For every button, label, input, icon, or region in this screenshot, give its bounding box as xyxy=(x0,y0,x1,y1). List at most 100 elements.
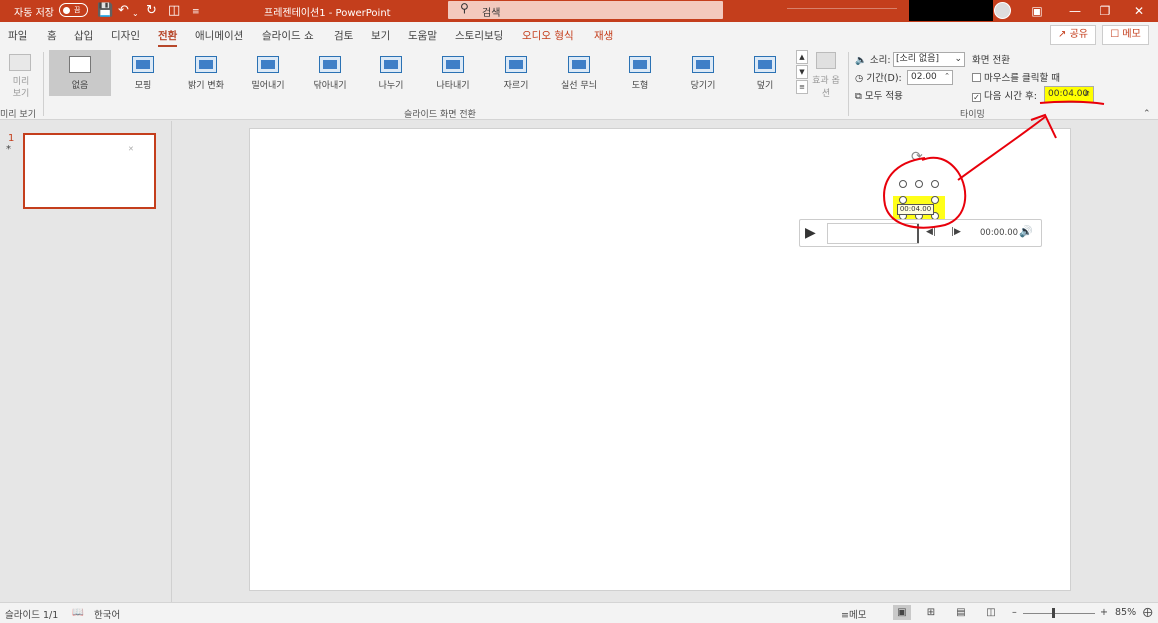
transition-reveal[interactable]: 나타내기 xyxy=(423,50,483,96)
transition-cover[interactable]: 덮기 xyxy=(739,50,791,96)
slideshow-view-icon[interactable]: ◫ xyxy=(982,605,1000,620)
audio-time: 00:00.00 xyxy=(980,228,1019,238)
undo-dropdown-icon[interactable]: ⌄ xyxy=(132,5,139,22)
undo-icon[interactable]: ↶ xyxy=(118,2,129,19)
accessibility-icon[interactable]: 📖 xyxy=(72,607,84,618)
transition-wipe[interactable]: 닦아내기 xyxy=(300,50,360,96)
sound-label: 소리: xyxy=(869,55,891,66)
zoom-in-icon[interactable]: + xyxy=(1100,607,1108,618)
audio-trigger-tag: 00:04.00 xyxy=(897,204,934,215)
transition-push[interactable]: 밀어내기 xyxy=(238,50,298,96)
tab-playback[interactable]: 재생 xyxy=(594,28,613,43)
skip-forward-icon[interactable]: |▶ xyxy=(951,227,961,237)
transition-gallery: 없음 모핑 밝기 변화 밀어내기 닦아내기 나누기 나타내기 자르기 실선 무늬… xyxy=(47,50,793,96)
after-time-input[interactable]: 00:04.00 ⇵ xyxy=(1044,86,1094,103)
transition-morph[interactable]: 모핑 xyxy=(117,50,169,96)
resize-handle[interactable] xyxy=(915,180,923,188)
collapse-ribbon-icon[interactable]: ⌃ xyxy=(1143,109,1151,119)
share-button[interactable]: ↗ 공유 xyxy=(1050,25,1096,45)
present-icon[interactable]: ◫ xyxy=(168,2,180,19)
tab-slide-show[interactable]: 슬라이드 쇼 xyxy=(262,28,314,43)
transition-random-bars[interactable]: 실선 무늬 xyxy=(549,50,609,96)
customize-toolbar-icon[interactable]: ≡ xyxy=(192,4,200,21)
search-input[interactable]: ⚲ 검색 xyxy=(448,1,723,19)
duration-input[interactable]: 02.00 ⌃ xyxy=(907,70,953,85)
apply-all-icon: ⧉ xyxy=(855,91,862,102)
on-click-checkbox[interactable]: 마우스를 클릭할 때 xyxy=(972,70,1060,86)
preview-icon xyxy=(9,54,31,71)
audio-player: ▶ ◀| |▶ 00:00.00 🔊 xyxy=(799,219,1042,247)
ribbon-tabs: 파일 홈 삽입 디자인 전환 애니메이션 슬라이드 쇼 검토 보기 도움말 스토… xyxy=(0,22,1158,48)
zoom-slider[interactable] xyxy=(1023,613,1095,614)
volume-icon[interactable]: 🔊 xyxy=(1019,225,1033,238)
skip-back-icon[interactable]: ◀| xyxy=(926,227,936,237)
zoom-percent[interactable]: 85% xyxy=(1115,607,1136,618)
preview-group-label: 미리 보기 xyxy=(0,110,36,120)
tab-home[interactable]: 홈 xyxy=(47,28,57,43)
tab-design[interactable]: 디자인 xyxy=(111,28,140,43)
slide-sorter-icon[interactable]: ⊞ xyxy=(922,605,940,620)
after-time-checkbox[interactable]: ✓ xyxy=(972,93,981,102)
transition-uncover[interactable]: 당기기 xyxy=(675,50,731,96)
gallery-up-icon[interactable]: ▲ xyxy=(796,50,808,64)
audio-thumb-icon: ✕ xyxy=(128,145,134,153)
on-click-check[interactable] xyxy=(972,73,981,82)
close-icon[interactable]: ✕ xyxy=(1129,1,1149,21)
zoom-slider-thumb[interactable] xyxy=(1052,608,1055,618)
effect-options-icon xyxy=(816,52,836,69)
resize-handle[interactable] xyxy=(931,180,939,188)
slide-count: 슬라이드 1/1 xyxy=(5,610,59,621)
apply-all-button[interactable]: ⧉ 모두 적용 xyxy=(855,88,903,104)
sound-select[interactable]: [소리 없음] ⌄ xyxy=(893,52,965,67)
reading-view-icon[interactable]: ▤ xyxy=(952,605,970,620)
tab-insert[interactable]: 삽입 xyxy=(74,28,93,43)
transition-split[interactable]: 나누기 xyxy=(365,50,417,96)
tab-help[interactable]: 도움말 xyxy=(408,28,437,43)
minimize-icon[interactable]: — xyxy=(1065,1,1085,21)
restore-icon[interactable]: ❐ xyxy=(1095,1,1115,21)
transition-shape[interactable]: 도형 xyxy=(614,50,666,96)
language-label[interactable]: 한국어 xyxy=(94,607,120,621)
tab-file[interactable]: 파일 xyxy=(8,28,27,43)
transition-cut[interactable]: 자르기 xyxy=(490,50,542,96)
audio-progress-track[interactable] xyxy=(827,223,919,244)
duration-label: 기간(D): xyxy=(866,73,902,84)
gallery-scroll: ▲ ▼ ≡ xyxy=(796,50,808,94)
slide-thumbnail[interactable]: ✕ xyxy=(23,133,156,209)
fit-to-window-icon[interactable]: ⨁ xyxy=(1143,607,1153,618)
redo-icon[interactable]: ↻ xyxy=(146,2,157,19)
redacted-account-name xyxy=(909,0,993,21)
slides-panel: 1 * ✕ xyxy=(0,121,172,602)
resize-handle[interactable] xyxy=(931,196,939,204)
tab-view[interactable]: 보기 xyxy=(371,28,390,43)
play-icon[interactable]: ▶ xyxy=(805,225,816,241)
rotate-handle-icon[interactable]: ⟳ xyxy=(911,149,923,165)
ribbon-display-icon[interactable]: ▣ xyxy=(1027,1,1047,21)
resize-handle[interactable] xyxy=(899,180,907,188)
duration-icon: ◷ xyxy=(855,73,864,84)
title-bar: 자동 저장 끔 💾 ↶ ⌄ ↻ ◫ ≡ 프레젠테이션1 - PowerPoint… xyxy=(0,0,1158,22)
gallery-more-icon[interactable]: ≡ xyxy=(796,80,808,94)
notes-button[interactable]: ≡메모 xyxy=(841,607,866,621)
zoom-out-icon[interactable]: – xyxy=(1012,607,1017,618)
after-time-label: 다음 시간 후: xyxy=(984,91,1037,102)
tab-audio-format[interactable]: 오디오 형식 xyxy=(522,28,574,43)
gallery-down-icon[interactable]: ▼ xyxy=(796,65,808,79)
transition-fade[interactable]: 밝기 변화 xyxy=(176,50,236,96)
transition-none[interactable]: 없음 xyxy=(49,50,111,96)
tab-animations[interactable]: 애니메이션 xyxy=(195,28,243,43)
transitions-ribbon: 미리 보기 미리 보기 없음 모핑 밝기 변화 밀어내기 닦아내기 나누기 나타… xyxy=(0,48,1158,120)
normal-view-icon[interactable]: ▣ xyxy=(893,605,911,620)
user-avatar-icon[interactable] xyxy=(994,2,1011,19)
search-icon: ⚲ xyxy=(460,1,469,15)
tab-transitions[interactable]: 전환 xyxy=(158,28,178,47)
effect-options-button[interactable]: 효과 옵션 xyxy=(812,52,840,99)
comments-button[interactable]: ☐ 메모 xyxy=(1102,25,1149,45)
save-icon[interactable]: 💾 xyxy=(97,2,113,19)
document-title: 프레젠테이션1 - PowerPoint xyxy=(264,8,391,19)
tab-storyboarding[interactable]: 스토리보딩 xyxy=(455,28,503,43)
tab-review[interactable]: 검토 xyxy=(334,28,353,43)
autosave-toggle[interactable]: 끔 xyxy=(59,3,88,17)
resize-handle[interactable] xyxy=(899,196,907,204)
slide[interactable] xyxy=(249,128,1071,591)
